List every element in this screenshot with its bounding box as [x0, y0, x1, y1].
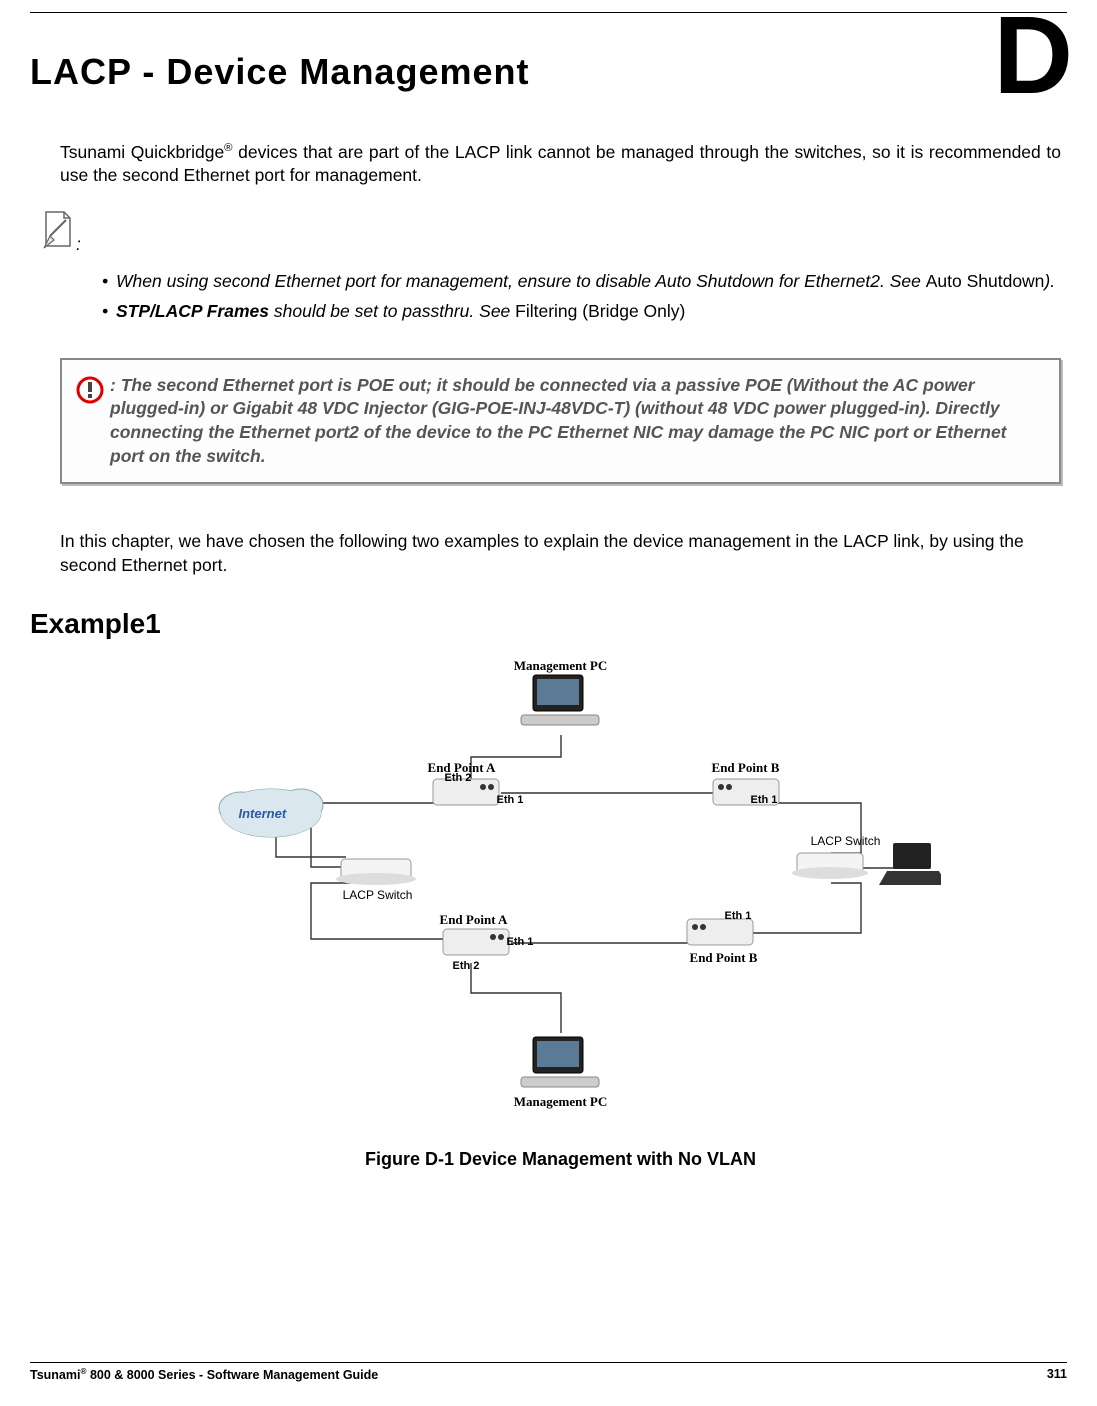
- caution-box: : The second Ethernet port is POE out; i…: [60, 358, 1061, 485]
- chapter-intro-paragraph: In this chapter, we have chosen the foll…: [60, 530, 1061, 577]
- page-footer: Tsunami® 800 & 8000 Series - Software Ma…: [30, 1362, 1067, 1382]
- bullet-2: STP/LACP Frames should be set to passthr…: [102, 300, 1061, 324]
- example-heading: Example1: [30, 605, 1061, 643]
- footer-page-number: 311: [1047, 1367, 1067, 1382]
- laptop-icon: [879, 843, 941, 885]
- label-lacp-switch-right: LACP Switch: [801, 833, 891, 849]
- label-mgmt-pc-bottom: Management PC: [511, 1093, 611, 1111]
- footer-brand: Tsunami: [30, 1368, 80, 1382]
- bullet-2-strong: STP/LACP Frames: [116, 301, 269, 321]
- bullet-1: When using second Ethernet port for mana…: [102, 270, 1061, 294]
- figure-caption: Figure D-1 Device Management with No VLA…: [365, 1147, 756, 1171]
- label-endpoint-a-bottom: End Point A: [429, 911, 519, 929]
- page-title: LACP - Device Management: [30, 51, 529, 93]
- endpoint-a-bottom-icon: [443, 929, 509, 955]
- lacp-switch-right-icon: [792, 853, 868, 879]
- label-mgmt-pc-top: Management PC: [511, 657, 611, 675]
- label-endpoint-b-bottom: End Point B: [679, 949, 769, 967]
- label-internet: Internet: [239, 805, 287, 823]
- label-eth2-a-top: Eth 2: [445, 771, 472, 786]
- label-eth2-a-bottom: Eth 2: [453, 959, 480, 974]
- note-colon: :: [76, 234, 81, 254]
- mgmt-pc-top-icon: [521, 675, 599, 725]
- mgmt-pc-bottom-icon: [521, 1037, 599, 1087]
- bullet-1-pre: When using second Ethernet port for mana…: [116, 271, 926, 291]
- caution-text: : The second Ethernet port is POE out; i…: [110, 374, 1043, 469]
- warning-icon: [76, 376, 104, 404]
- label-eth1-a-bottom: Eth 1: [507, 935, 534, 950]
- header-row: LACP - Device Management D: [30, 21, 1067, 103]
- content-area: Tsunami Quickbridge® devices that are pa…: [30, 141, 1067, 1172]
- label-endpoint-b-top: End Point B: [701, 759, 791, 777]
- footer-rest: 800 & 8000 Series - Software Management …: [86, 1368, 378, 1382]
- diagram-svg: [181, 653, 941, 1133]
- network-diagram: Management PC End Point A End Point B Et…: [181, 653, 941, 1133]
- label-eth1-b-bottom: Eth 1: [725, 909, 752, 924]
- footer-left: Tsunami® 800 & 8000 Series - Software Ma…: [30, 1367, 378, 1382]
- bullet-2-link[interactable]: Filtering (Bridge Only): [515, 301, 685, 321]
- notepad-icon: [40, 210, 76, 250]
- bullet-1-link[interactable]: Auto Shutdown: [926, 271, 1045, 291]
- intro-paragraph: Tsunami Quickbridge® devices that are pa…: [60, 141, 1061, 188]
- lacp-switch-left-icon: [336, 859, 416, 885]
- top-rule: [30, 12, 1067, 13]
- bullet-2-mid: should be set to passthru. See: [269, 301, 515, 321]
- figure-wrap: Management PC End Point A End Point B Et…: [60, 653, 1061, 1171]
- chapter-letter: D: [994, 9, 1073, 103]
- label-eth1-a-top: Eth 1: [497, 793, 524, 808]
- registered-mark: ®: [224, 142, 232, 154]
- label-lacp-switch-left: LACP Switch: [333, 887, 423, 903]
- note-icon-row: :: [40, 210, 1061, 257]
- bullet-1-post: ).: [1044, 271, 1055, 291]
- brand-name: Tsunami Quickbridge: [60, 142, 224, 162]
- label-eth1-b-top: Eth 1: [751, 793, 778, 808]
- note-bullets: When using second Ethernet port for mana…: [102, 270, 1061, 323]
